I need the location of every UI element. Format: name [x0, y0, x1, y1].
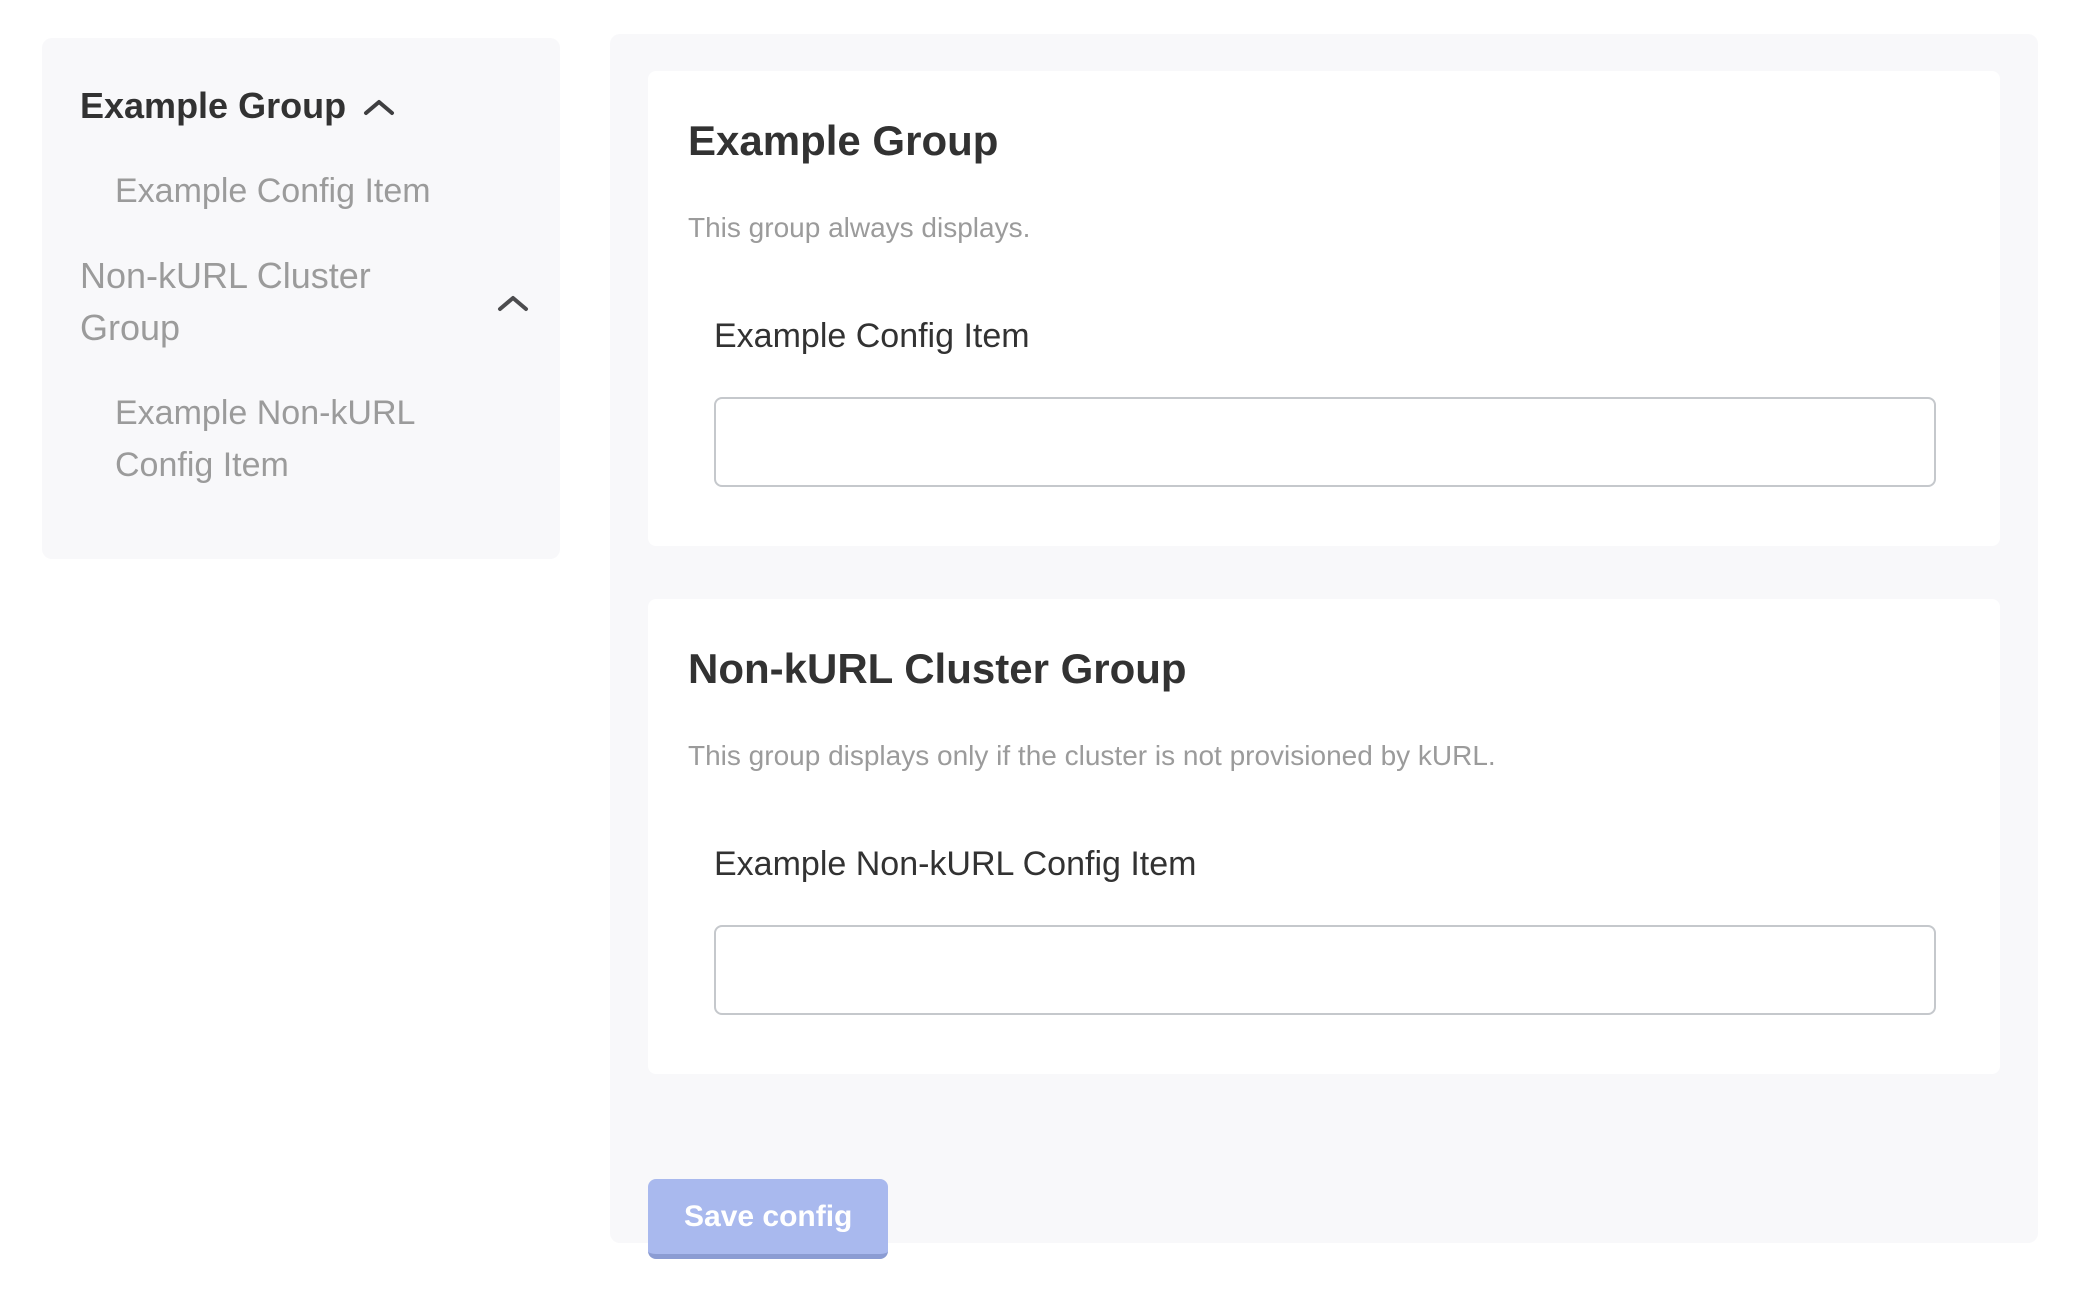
sidebar-item-example-config-item[interactable]: Example Config Item	[115, 165, 470, 217]
config-item-example-non-kurl-config-item: Example Non-kURL Config Item	[714, 843, 1936, 1015]
config-panel: Example Group This group always displays…	[610, 34, 2038, 1243]
group-title: Example Group	[688, 115, 1936, 167]
config-item-label: Example Config Item	[714, 315, 1936, 357]
config-nav-sidebar: Example Group Example Config Item Non-kU…	[42, 38, 560, 559]
chevron-up-icon[interactable]	[496, 294, 530, 314]
group-description: This group always displays.	[688, 211, 1936, 245]
config-group-card-non-kurl-cluster-group: Non-kURL Cluster Group This group displa…	[648, 599, 2000, 1074]
config-item-input-example-non-kurl-config-item[interactable]	[714, 925, 1936, 1015]
config-item-example-config-item: Example Config Item	[714, 315, 1936, 487]
config-page: Example Group Example Config Item Non-kU…	[0, 0, 2084, 1243]
save-config-button[interactable]: Save config	[648, 1179, 888, 1259]
group-title: Non-kURL Cluster Group	[688, 643, 1936, 695]
config-item-input-example-config-item[interactable]	[714, 397, 1936, 487]
nav-group-example-group: Example Group	[80, 80, 530, 132]
sidebar-item-example-non-kurl-config-item[interactable]: Example Non-kURL Config Item	[115, 387, 470, 491]
sidebar-group-non-kurl-cluster-group[interactable]: Non-kURL Cluster Group	[80, 250, 530, 354]
config-item-label: Example Non-kURL Config Item	[714, 843, 1936, 885]
group-description: This group displays only if the cluster …	[688, 739, 1936, 773]
sidebar-group-example-group[interactable]: Example Group	[80, 80, 396, 132]
sidebar-group-label: Non-kURL Cluster Group	[80, 250, 480, 354]
sidebar-group-label: Example Group	[80, 80, 346, 132]
nav-group-non-kurl-cluster-group: Non-kURL Cluster Group	[80, 250, 530, 354]
chevron-up-icon[interactable]	[362, 98, 396, 118]
config-group-card-example-group: Example Group This group always displays…	[648, 71, 2000, 546]
